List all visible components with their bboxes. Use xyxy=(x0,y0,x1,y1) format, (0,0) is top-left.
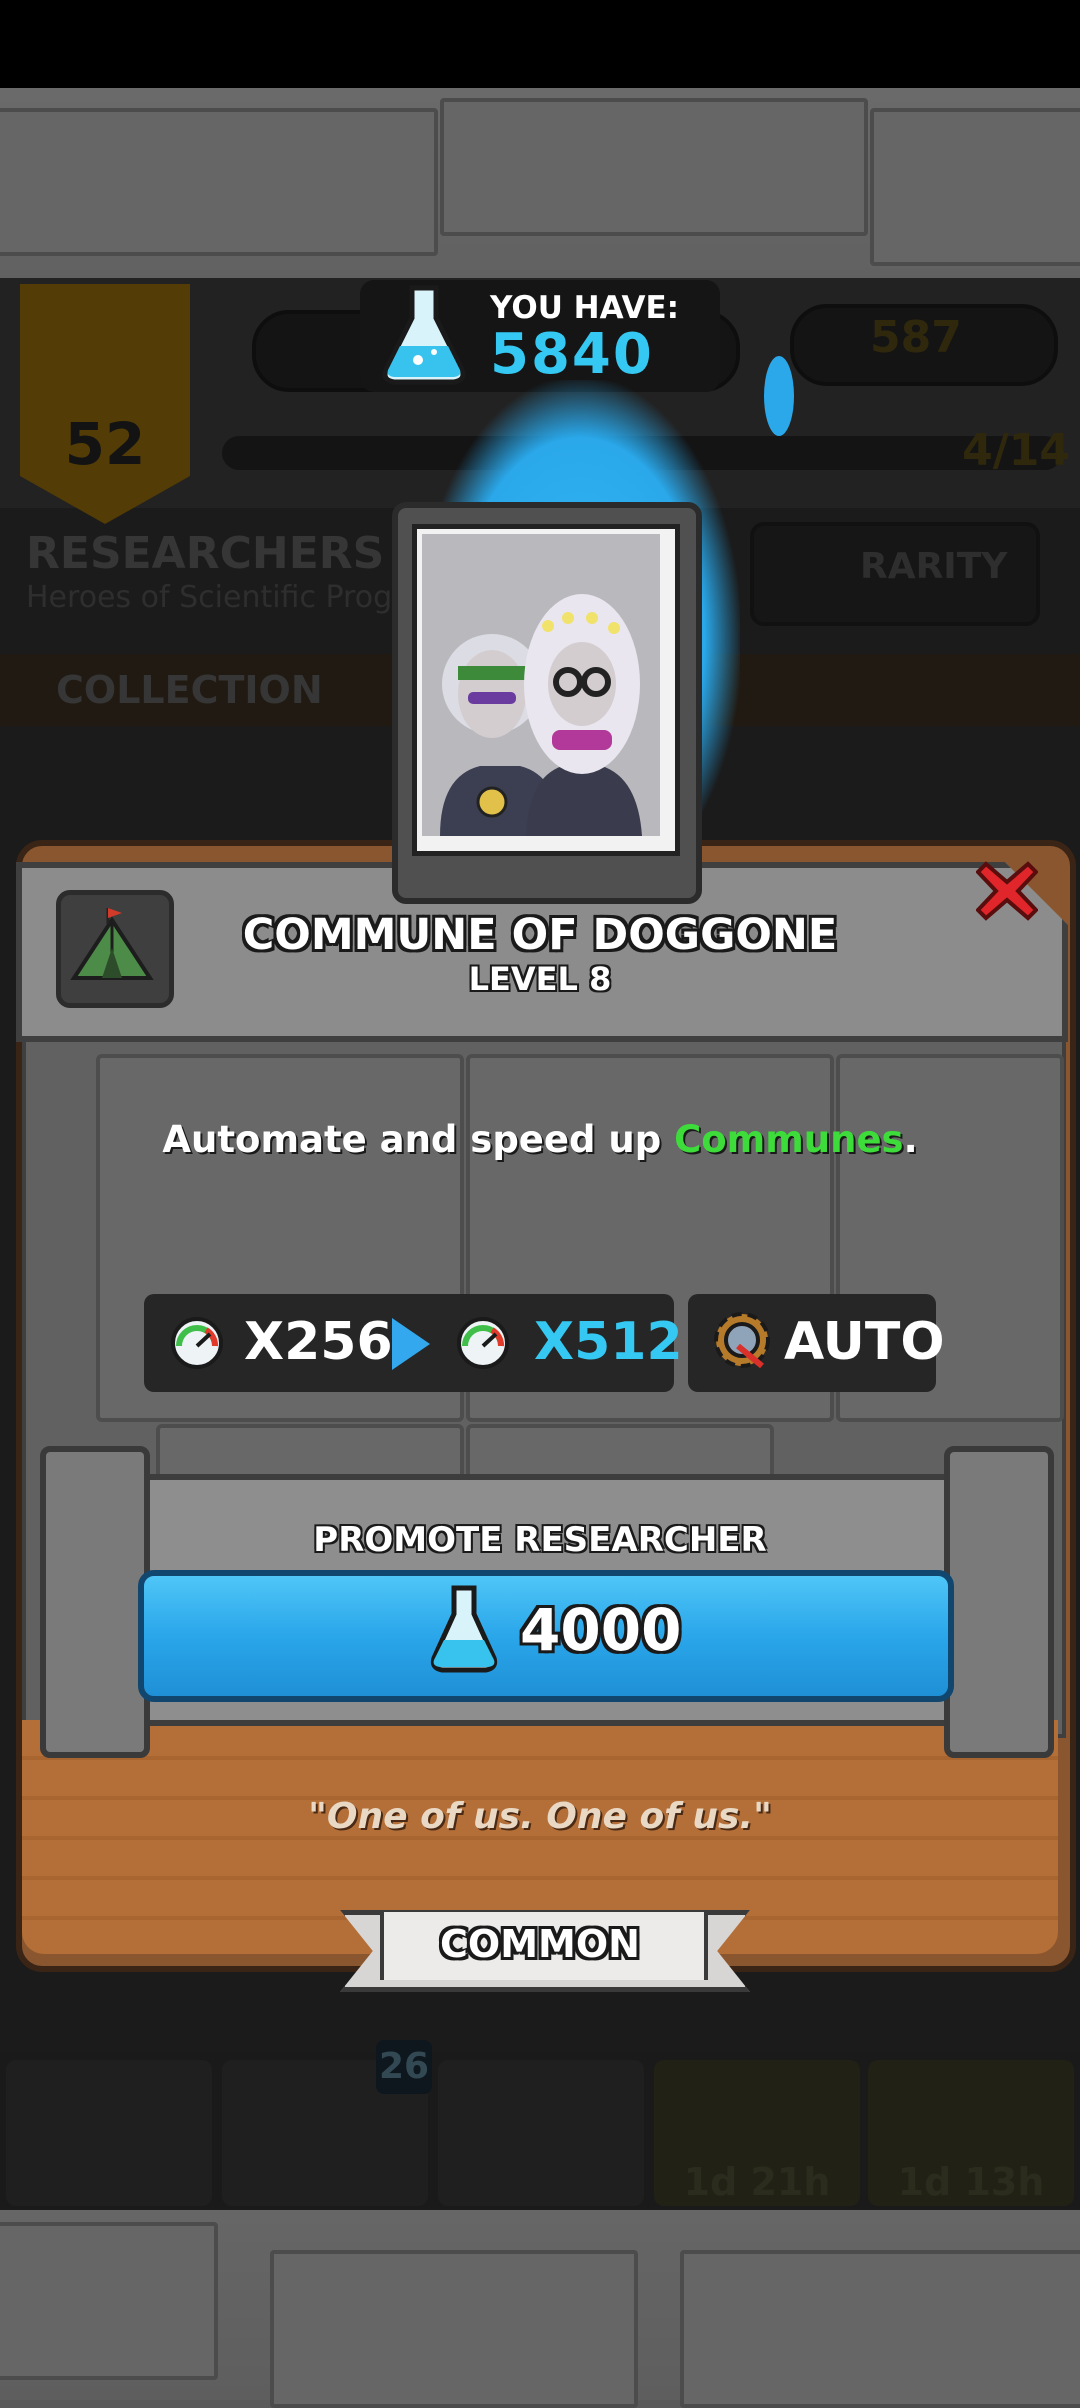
player-level: 52 xyxy=(64,410,146,478)
stone-backdrop-top xyxy=(0,88,1080,282)
collection-tab-label: COLLECTION xyxy=(56,668,323,712)
system-status-bar xyxy=(0,0,1080,88)
you-have-value: 5840 xyxy=(490,322,654,387)
section-subtitle: Heroes of Scientific Prog xyxy=(26,580,393,615)
speed-current: X256 xyxy=(244,1312,393,1372)
progress-text: 4/14 xyxy=(962,425,1070,476)
promote-cost: 4000 xyxy=(520,1596,682,1664)
you-have-label: YOU HAVE: xyxy=(490,290,680,326)
rarity-filter-label: RARITY xyxy=(860,546,1008,587)
nav-timer-chest: 1d 13h xyxy=(897,2160,1045,2204)
speed-next: X512 xyxy=(534,1312,683,1372)
plate-post-left xyxy=(40,1446,150,1758)
speed-gauge-icon xyxy=(171,1317,223,1369)
researcher-portrait xyxy=(422,534,660,836)
rarity-label: COMMON xyxy=(440,1922,640,1966)
researcher-name: COMMUNE OF DOGGONE xyxy=(242,910,838,960)
researcher-level: LEVEL 8 xyxy=(468,960,612,998)
gold-count: 587 xyxy=(870,312,962,363)
section-title: RESEARCHERS xyxy=(26,528,385,579)
description-highlight: Communes xyxy=(674,1118,904,1161)
arrow-right-icon xyxy=(392,1318,430,1370)
stone-backdrop-bottom xyxy=(0,2210,1080,2408)
cards-count-badge: 26 xyxy=(376,2040,432,2094)
level-banner xyxy=(20,284,190,524)
researcher-quote: "One of us. One of us." xyxy=(308,1796,772,1837)
gear-icon xyxy=(714,1312,770,1369)
nav-tab-flag xyxy=(6,2060,212,2206)
speed-gauge-icon xyxy=(457,1317,509,1369)
researcher-description: Automate and speed up Communes. xyxy=(0,1118,1080,1161)
nav-timer-egg: 1d 21h xyxy=(683,2160,831,2204)
description-suffix: . xyxy=(903,1118,918,1161)
flask-icon xyxy=(382,285,466,385)
description-prefix: Automate and speed up xyxy=(162,1118,675,1161)
promote-label: PROMOTE RESEARCHER xyxy=(313,1520,767,1560)
flask-icon xyxy=(430,1585,498,1673)
plate-post-right xyxy=(944,1446,1054,1758)
aura-drop xyxy=(764,356,794,436)
nav-tab-secrets xyxy=(438,2060,644,2206)
auto-label: AUTO xyxy=(784,1312,945,1372)
